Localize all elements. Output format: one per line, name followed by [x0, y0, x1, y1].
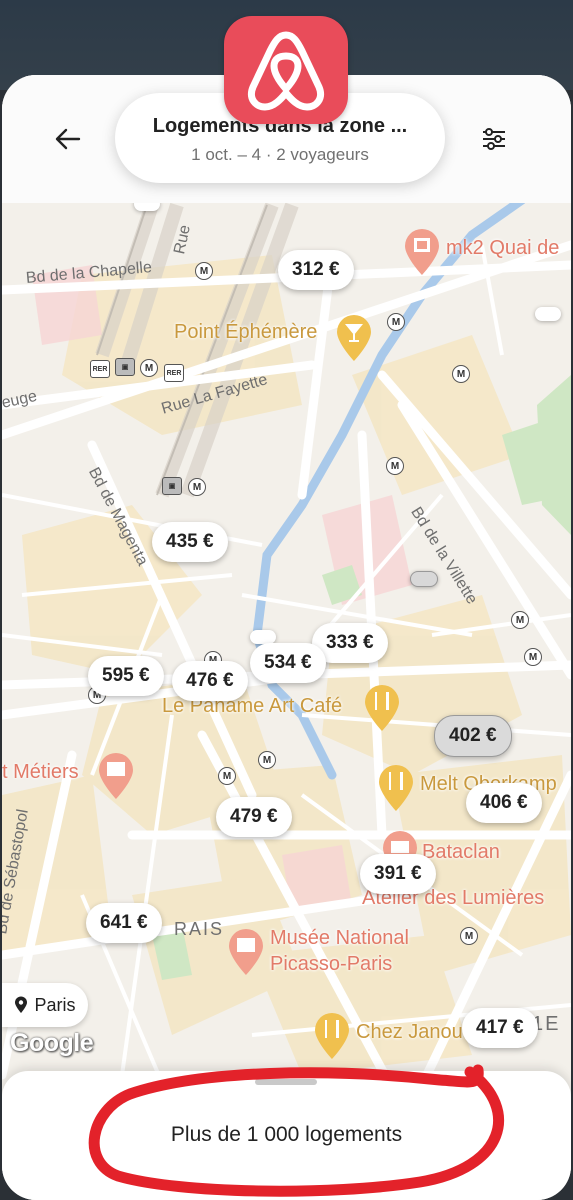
filters-button[interactable]	[472, 119, 516, 159]
poi-label-bar[interactable]: Point Éphémère	[174, 321, 317, 344]
google-attribution: Google	[10, 1029, 94, 1057]
poi-label-museum[interactable]: Musée National	[270, 927, 409, 950]
price-marker[interactable]: 641 €	[86, 903, 162, 943]
price-marker-selected[interactable]: 402 €	[434, 715, 512, 757]
results-bottom-sheet[interactable]: Plus de 1 000 logements	[2, 1071, 571, 1200]
poi-label-restaurant[interactable]: Chez Janou	[356, 1021, 463, 1044]
metro-icon: M	[195, 262, 213, 280]
arrow-left-icon	[55, 128, 81, 150]
poi-label-museum[interactable]: Picasso-Paris	[270, 953, 392, 976]
rer-icon: RER	[90, 360, 110, 378]
price-marker[interactable]: 479 €	[216, 797, 292, 837]
poi-label-museum[interactable]: t Métiers	[2, 761, 79, 784]
cinema-icon	[405, 229, 439, 275]
price-marker[interactable]: 417 €	[462, 1008, 538, 1048]
mini-price-marker[interactable]	[535, 307, 561, 321]
metro-icon: M	[387, 313, 405, 331]
location-pin-icon	[15, 996, 28, 1013]
price-marker[interactable]: 391 €	[360, 854, 436, 894]
museum-icon	[99, 753, 133, 799]
metro-icon: M	[460, 927, 478, 945]
museum-icon	[229, 929, 263, 975]
metro-icon: M	[386, 457, 404, 475]
restaurant-icon	[315, 1013, 349, 1059]
metro-icon: M	[258, 751, 276, 769]
back-button[interactable]	[48, 119, 88, 159]
metro-icon: M	[524, 648, 542, 666]
restaurant-icon	[365, 685, 399, 731]
metro-icon: M	[188, 478, 206, 496]
price-marker[interactable]: 476 €	[172, 661, 248, 701]
rer-icon: RER	[164, 364, 184, 382]
poi-label-venue[interactable]: Bataclan	[422, 841, 500, 864]
metro-icon: M	[452, 365, 470, 383]
metro-icon: M	[511, 611, 529, 629]
search-subtitle: 1 oct. – 4 · 2 voyageurs	[191, 145, 369, 164]
airbnb-logo	[224, 16, 348, 124]
price-marker[interactable]: 595 €	[88, 656, 164, 696]
location-chip[interactable]: Paris	[2, 983, 88, 1027]
train-icon: ▣	[115, 358, 135, 376]
sliders-icon	[483, 128, 505, 150]
mini-price-marker[interactable]	[250, 630, 276, 644]
price-marker[interactable]: 406 €	[466, 783, 542, 823]
location-chip-label: Paris	[34, 994, 76, 1015]
sheet-drag-handle[interactable]	[255, 1079, 317, 1085]
airbnb-logo-icon	[248, 31, 324, 111]
street-label: RAIS	[174, 919, 225, 939]
train-icon: ▣	[162, 477, 182, 495]
poi-label-cinema[interactable]: mk2 Quai de	[446, 237, 559, 260]
results-count: Plus de 1 000 logements	[170, 1123, 403, 1146]
map-card: Bd de la Chapelle Rue La Fayette Rue Bd …	[2, 75, 571, 1200]
price-marker[interactable]: 312 €	[278, 250, 354, 290]
mini-price-marker[interactable]	[410, 571, 438, 587]
metro-icon: M	[218, 767, 236, 785]
restaurant-icon	[379, 765, 413, 811]
price-marker[interactable]: 435 €	[152, 522, 228, 562]
cocktail-icon	[337, 315, 371, 361]
metro-icon: M	[140, 359, 158, 377]
price-marker[interactable]: 534 €	[250, 643, 326, 683]
